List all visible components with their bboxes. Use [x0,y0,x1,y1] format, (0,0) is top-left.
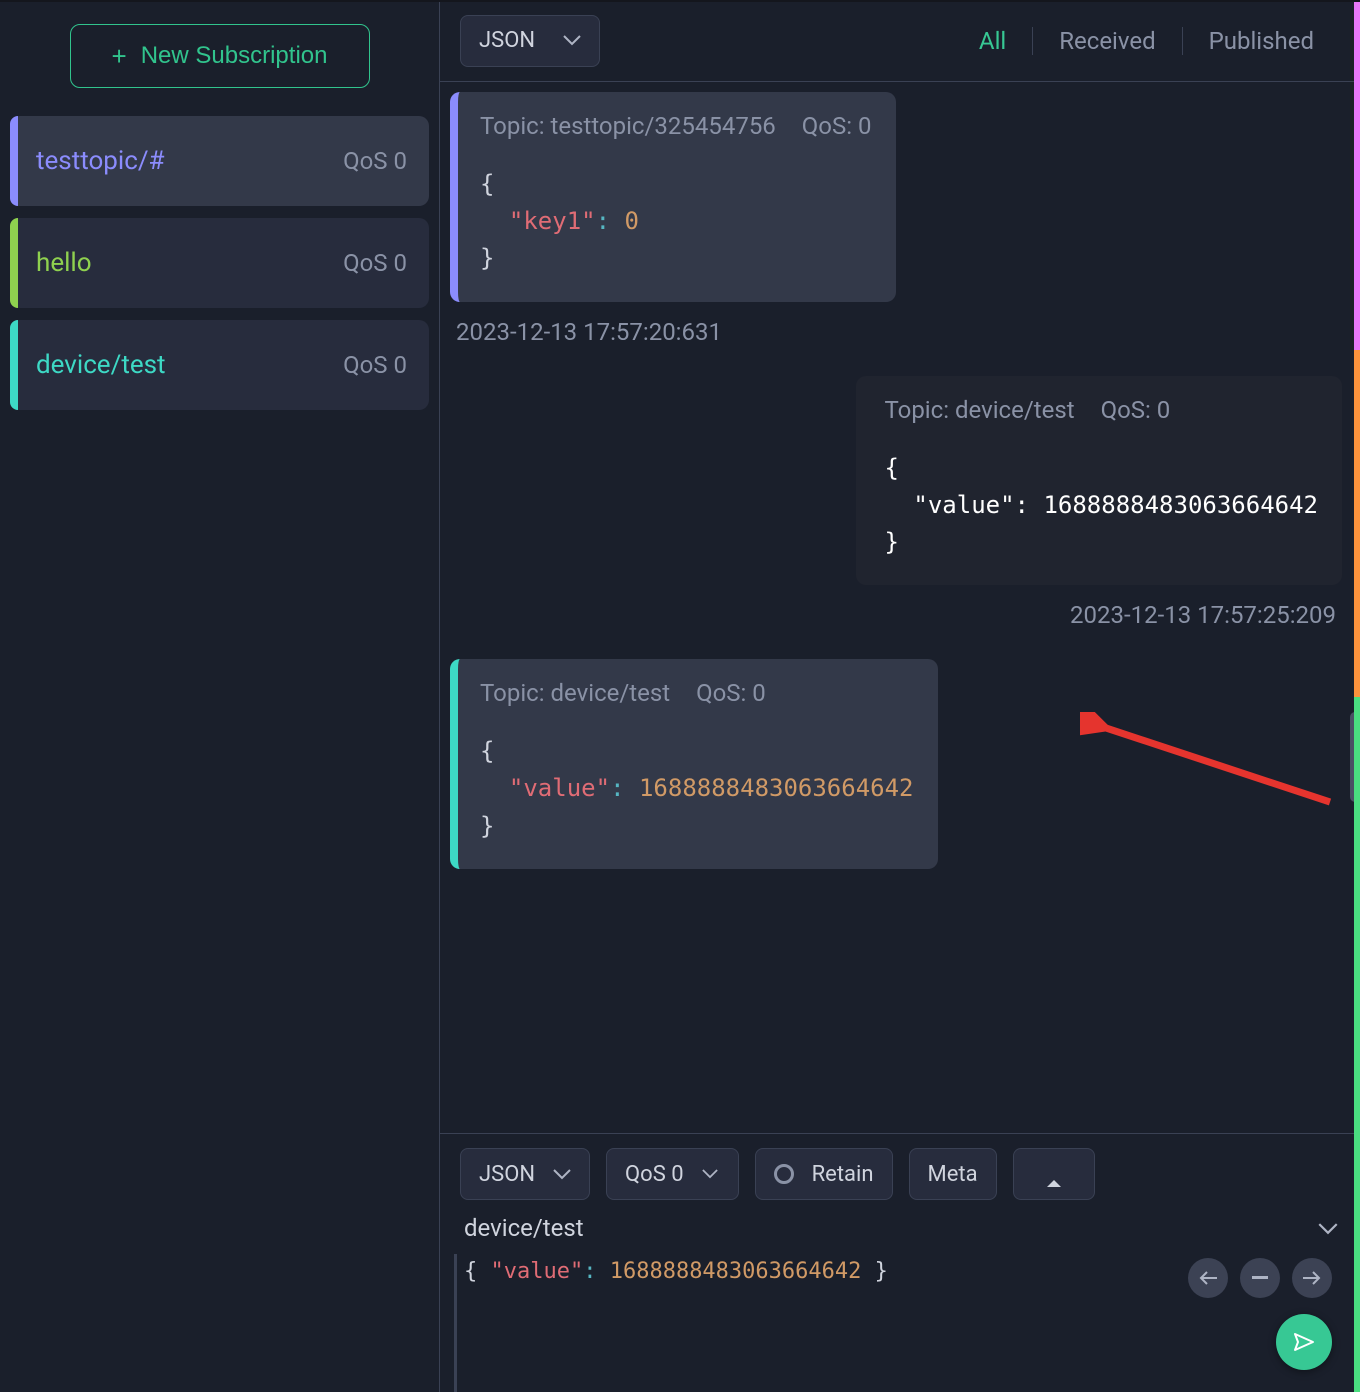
composer-topic-input[interactable]: device/test [464,1214,1302,1242]
subscription-name: hello [36,248,343,278]
message-published[interactable]: Topic: device/test QoS: 0 { "value": 168… [856,376,1342,586]
subscriptions-sidebar: + New Subscription testtopic/# QoS 0 hel… [0,0,440,1392]
history-next-button[interactable] [1292,1258,1332,1298]
tab-published[interactable]: Published [1183,27,1340,55]
window-edge-decoration [1354,2,1360,1392]
subscription-qos: QoS 0 [343,147,407,175]
subscription-item[interactable]: testtopic/# QoS 0 [10,116,429,206]
message-received[interactable]: Topic: device/test QoS: 0 { "value": 168… [450,659,938,869]
composer-qos-select[interactable]: QoS 0 [606,1148,739,1200]
subscription-qos: QoS 0 [343,249,407,277]
message-qos: QoS: 0 [696,679,766,707]
chevron-down-icon [563,35,581,46]
message-topic: Topic: testtopic/325454756 [480,112,776,140]
subscription-name: testtopic/# [36,146,343,176]
history-prev-button[interactable] [1188,1258,1228,1298]
plus-icon: + [112,43,127,69]
message-received[interactable]: .m1::before{background:#8b8cfd} /*noop*/… [450,92,896,302]
message-timestamp: 2023-12-13 17:57:20:631 [456,318,722,346]
subscription-qos: QoS 0 [343,351,407,379]
message-topic: Topic: device/test [480,679,670,707]
annotation-arrow-icon [1080,712,1340,812]
message-payload: { "value": 1688888483063664642 } [884,450,1318,562]
subscription-color-bar [10,218,18,308]
caret-up-icon [1046,1169,1062,1179]
chevron-down-icon [702,1169,720,1180]
message-timestamp: 2023-12-13 17:57:25:209 [1070,601,1336,629]
subscription-item[interactable]: device/test QoS 0 [10,320,429,410]
message-header: Topic: device/test QoS: 0 [480,679,914,707]
collapse-composer-button[interactable] [1013,1148,1095,1200]
subscription-list: testtopic/# QoS 0 hello QoS 0 device/tes… [10,116,429,410]
publish-composer: JSON QoS 0 Retain Meta [440,1133,1360,1392]
composer-options-row: JSON QoS 0 Retain Meta [440,1134,1360,1210]
send-icon [1292,1330,1316,1354]
main-panel: JSON All Received Published .m1::before{… [440,0,1360,1392]
message-filter-tabs: All Received Published [953,27,1340,55]
composer-payload-editor[interactable]: { "value": 1688888483063664642 } [440,1252,1360,1392]
new-subscription-label: New Subscription [141,42,328,70]
composer-format-select[interactable]: JSON [460,1148,590,1200]
retain-toggle[interactable]: Retain [755,1148,893,1200]
subscription-color-bar [10,320,18,410]
chevron-down-icon [553,1169,571,1180]
window-top-border [0,0,1360,2]
message-stream[interactable]: .m1::before{background:#8b8cfd} /*noop*/… [440,82,1360,1133]
meta-button[interactable]: Meta [909,1148,997,1200]
chevron-down-icon[interactable] [1318,1223,1336,1234]
payload-format-select[interactable]: JSON [460,15,600,67]
radio-unchecked-icon [774,1164,794,1184]
history-clear-button[interactable] [1240,1258,1280,1298]
subscription-name: device/test [36,350,343,380]
tab-all[interactable]: All [953,27,1032,55]
composer-topic-row[interactable]: device/test [440,1210,1360,1252]
message-qos: QoS: 0 [1101,396,1171,424]
send-button[interactable] [1276,1314,1332,1370]
subscription-color-bar [10,116,18,206]
message-topic: Topic: device/test [884,396,1074,424]
payload-format-value: JSON [479,28,535,53]
editor-history-nav [1188,1258,1332,1298]
subscription-item[interactable]: hello QoS 0 [10,218,429,308]
message-qos: QoS: 0 [802,112,872,140]
message-header: Topic: testtopic/325454756 QoS: 0 [480,112,872,140]
new-subscription-button[interactable]: + New Subscription [70,24,370,88]
editor-gutter [454,1254,457,1392]
messages-toolbar: JSON All Received Published [440,0,1360,82]
message-header: Topic: device/test QoS: 0 [884,396,1318,424]
message-payload: { "key1": 0 } [480,166,872,278]
message-payload: { "value": 1688888483063664642 } [480,733,914,845]
tab-received[interactable]: Received [1033,27,1181,55]
